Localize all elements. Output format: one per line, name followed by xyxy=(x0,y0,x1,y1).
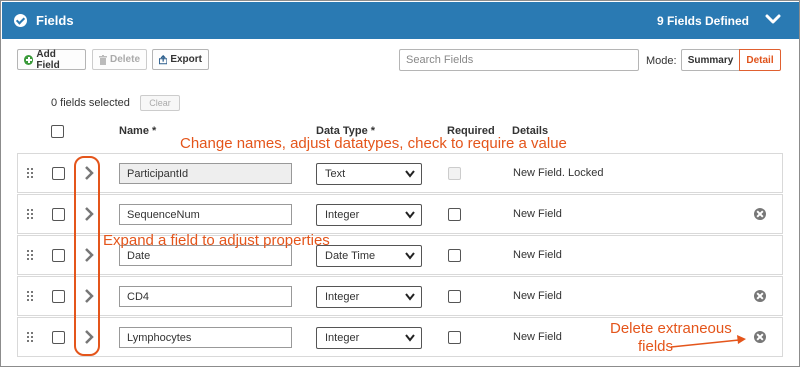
chevron-down-icon xyxy=(405,170,415,178)
data-type-select[interactable]: Integer xyxy=(316,204,422,226)
delete-button[interactable]: Delete xyxy=(92,49,147,70)
field-details: New Field. Locked xyxy=(513,167,604,179)
required-checkbox[interactable] xyxy=(448,208,461,221)
drag-handle-icon[interactable] xyxy=(27,168,35,178)
row-select-checkbox[interactable] xyxy=(52,208,65,221)
data-type-select[interactable]: Text xyxy=(316,163,422,185)
annotation-middle: Expand a field to adjust properties xyxy=(103,232,330,249)
row-select-checkbox[interactable] xyxy=(52,331,65,344)
required-checkbox xyxy=(448,167,461,180)
field-name-input[interactable]: SequenceNum xyxy=(119,204,292,225)
export-icon xyxy=(159,54,168,64)
data-type-value: Integer xyxy=(325,332,360,344)
mode-label: Mode: xyxy=(646,55,677,67)
field-name-input[interactable]: Lymphocytes xyxy=(119,327,292,348)
field-details: New Field xyxy=(513,208,562,220)
annotation-top: Change names, adjust datatypes, check to… xyxy=(180,135,567,152)
drag-handle-icon[interactable] xyxy=(27,250,35,260)
chevron-down-icon xyxy=(405,211,415,219)
field-row: CD4 Integer New Field xyxy=(17,276,783,316)
row-select-checkbox[interactable] xyxy=(52,249,65,262)
required-checkbox[interactable] xyxy=(448,290,461,303)
drag-handle-icon[interactable] xyxy=(27,209,35,219)
column-header-name: Name * xyxy=(119,125,157,137)
data-type-select[interactable]: Integer xyxy=(316,327,422,349)
panel-title: Fields xyxy=(36,13,74,28)
add-field-label: Add Field xyxy=(36,48,60,71)
field-row: ParticipantId Text New Field. Locked xyxy=(17,153,783,193)
data-type-select[interactable]: Integer xyxy=(316,286,422,308)
field-details: New Field xyxy=(513,331,562,343)
chevron-down-icon xyxy=(405,293,415,301)
annotation-delete-line1: Delete extraneous xyxy=(610,320,732,337)
check-circle-icon xyxy=(14,14,27,27)
remove-field-icon[interactable] xyxy=(754,290,766,302)
drag-handle-icon[interactable] xyxy=(27,332,35,342)
data-type-value: Date Time xyxy=(325,250,376,262)
row-select-checkbox[interactable] xyxy=(52,167,65,180)
data-type-value: Text xyxy=(325,168,346,180)
data-type-value: Integer xyxy=(325,291,360,303)
fields-panel: Fields 9 Fields Defined Add Field Delete… xyxy=(0,0,800,367)
select-all-checkbox[interactable] xyxy=(51,125,64,138)
field-name-input[interactable]: ParticipantId xyxy=(119,163,292,184)
fields-count: 9 Fields Defined xyxy=(656,14,749,28)
export-button[interactable]: Export xyxy=(152,49,209,70)
mode-summary-button[interactable]: Summary xyxy=(681,49,740,71)
trash-icon xyxy=(99,54,107,65)
chevron-down-icon[interactable] xyxy=(765,11,781,27)
field-details: New Field xyxy=(513,249,562,261)
panel-header[interactable]: Fields 9 Fields Defined xyxy=(2,2,799,39)
chevron-down-icon xyxy=(405,334,415,342)
mode-detail-button[interactable]: Detail xyxy=(739,49,781,71)
annotation-bracket xyxy=(74,156,100,356)
field-row: SequenceNum Integer New Field xyxy=(17,194,783,234)
required-checkbox[interactable] xyxy=(448,331,461,344)
row-select-checkbox[interactable] xyxy=(52,290,65,303)
field-name-input[interactable]: CD4 xyxy=(119,286,292,307)
clear-button[interactable]: Clear xyxy=(140,95,180,111)
delete-label: Delete xyxy=(109,54,140,65)
data-type-select[interactable]: Date Time xyxy=(316,245,422,267)
add-field-button[interactable]: Add Field xyxy=(17,48,86,71)
remove-field-icon[interactable] xyxy=(754,208,766,220)
selected-count: 0 fields selected xyxy=(51,97,130,109)
search-input[interactable] xyxy=(399,49,639,71)
remove-field-icon[interactable] xyxy=(754,331,766,343)
field-details: New Field xyxy=(513,290,562,302)
data-type-value: Integer xyxy=(325,209,360,221)
annotation-delete-line2: fields xyxy=(638,338,674,355)
plus-circle-icon xyxy=(24,54,34,65)
drag-handle-icon[interactable] xyxy=(27,291,35,301)
required-checkbox[interactable] xyxy=(448,249,461,262)
chevron-down-icon xyxy=(405,252,415,260)
export-label: Export xyxy=(170,54,202,65)
